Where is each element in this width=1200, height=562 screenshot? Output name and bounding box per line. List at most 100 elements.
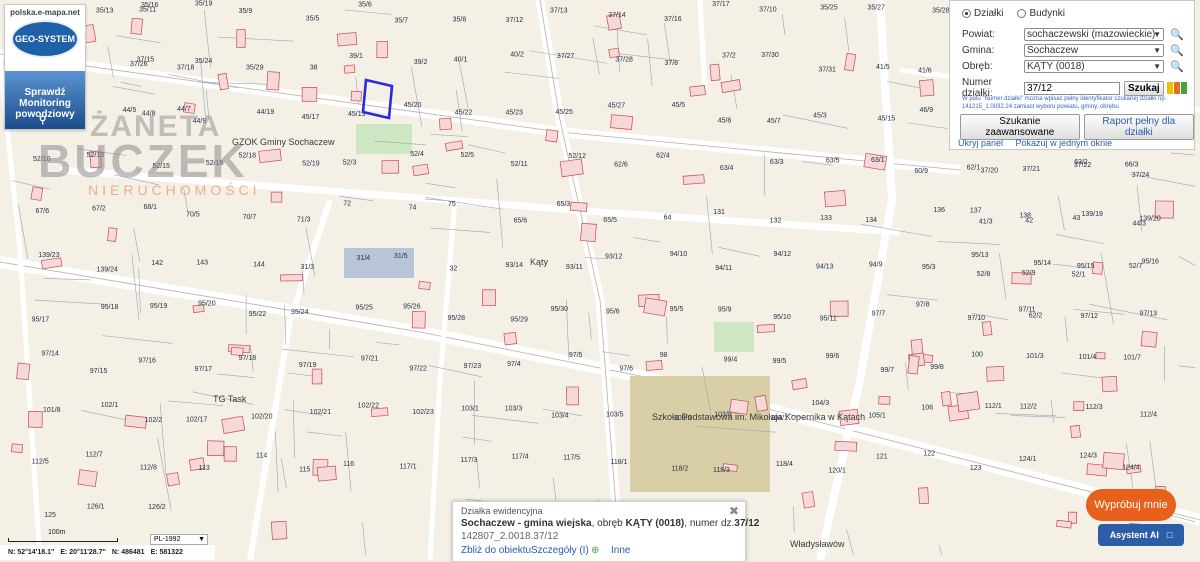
parcel-number-label[interactable]: 52/12	[568, 153, 586, 160]
parcel-number-label[interactable]: 101/4	[1079, 354, 1097, 361]
parcel-number-label[interactable]: 97/4	[507, 361, 521, 368]
parcel-number-label[interactable]: 45/25	[555, 109, 573, 116]
full-report-button[interactable]: Raport pełny dla działki	[1084, 114, 1194, 140]
parcel-number-label[interactable]: 112/5	[32, 458, 49, 465]
parcel-number-label[interactable]: 103/4	[551, 412, 569, 419]
parcel-number-label[interactable]: 143	[196, 260, 208, 267]
parcel-number-label[interactable]: 65/6	[514, 218, 528, 225]
parcel-number-label[interactable]: 45/22	[455, 109, 473, 116]
parcel-number-label[interactable]: 95/17	[32, 316, 50, 323]
parcel-number-label[interactable]: 95/5	[670, 306, 684, 313]
parcel-number-label[interactable]: 52/3	[343, 159, 357, 166]
parcel-number-label[interactable]: 97/15	[90, 368, 108, 375]
flood-monitoring-banner[interactable]: Sprawdź Monitoring powodziowy ⚲	[5, 71, 85, 129]
parcel-number-label[interactable]: 52/10	[33, 156, 51, 163]
parcel-number-label[interactable]: 45/7	[767, 118, 781, 125]
parcel-number-label[interactable]: 52/1	[1072, 272, 1086, 279]
parcel-number-label[interactable]: 75	[448, 201, 456, 208]
parcel-number-label[interactable]: 112/3	[1086, 404, 1103, 411]
parcel-number-label[interactable]: 97/10	[967, 315, 985, 322]
parcel-number-label[interactable]: 62/6	[614, 162, 628, 169]
parcel-number-label[interactable]: 37/21	[1023, 166, 1041, 173]
parcel-number-label[interactable]: 37/27	[557, 53, 575, 60]
parcel-number-label[interactable]: 52/16	[206, 160, 224, 167]
search-button[interactable]: Szukaj	[1124, 81, 1164, 96]
obreb-select[interactable]: KĄTY (0018)▼	[1024, 60, 1164, 73]
parcel-number-label[interactable]: 37/28	[615, 56, 633, 63]
parcel-number-label[interactable]: 139/23	[38, 252, 60, 259]
parcel-number-label[interactable]: 95/26	[403, 304, 421, 311]
parcel-number-label[interactable]: 93/12	[605, 253, 623, 260]
parcel-number-label[interactable]: 95/13	[971, 252, 989, 259]
parcel-number-label[interactable]: 44/5	[123, 107, 137, 114]
parcel-number-label[interactable]: 52/19	[302, 161, 320, 168]
parcel-number-label[interactable]: 117/4	[512, 453, 529, 460]
parcel-number-label[interactable]: 95/11	[820, 316, 837, 323]
parcel-number-label[interactable]: 102/21	[310, 409, 332, 416]
parcel-number-label[interactable]: 45/3	[813, 113, 827, 120]
parcel-number-label[interactable]: 65/3	[557, 201, 571, 208]
parcel-number-label[interactable]: 97/6	[619, 365, 633, 372]
parcel-number-label[interactable]: 74	[409, 205, 417, 212]
parcel-number-label[interactable]: 45/23	[505, 110, 523, 117]
parcel-number-label[interactable]: 133	[820, 215, 832, 222]
parcel-number-label[interactable]: 97/18	[239, 355, 257, 362]
parcel-number-label[interactable]: 44/8	[142, 110, 156, 117]
parcel-number-label[interactable]: 60/9	[914, 168, 928, 175]
parcel-number-label[interactable]: 126/2	[148, 504, 166, 511]
parcel-number-label[interactable]: 124/3	[1079, 452, 1097, 459]
assistant-ai-button[interactable]: Asystent AI □	[1098, 524, 1184, 546]
parcel-number-label[interactable]: 97/7	[872, 311, 886, 318]
parcel-number-label[interactable]: 114	[256, 453, 267, 460]
parcel-number-label[interactable]: 137	[970, 207, 982, 214]
parcel-number-label[interactable]: 63/3	[770, 159, 784, 166]
parcel-number-label[interactable]: 132	[770, 217, 782, 224]
parcel-number-label[interactable]: 37/17	[712, 1, 730, 8]
parcel-number-label[interactable]: 44/9	[193, 118, 207, 125]
show-in-one-window-link[interactable]: Pokażuj w jednym oknie	[1016, 138, 1113, 148]
parcel-number-label[interactable]: 117/3	[460, 457, 477, 464]
parcel-number-label[interactable]: 35/16	[141, 2, 159, 9]
parcel-number-label[interactable]: 95/16	[1141, 259, 1159, 266]
parcel-number-label[interactable]: 139/20	[1139, 216, 1161, 223]
color-swatch-yellow[interactable]	[1167, 82, 1173, 94]
parcel-number-label[interactable]: 117/1	[400, 464, 417, 471]
parcel-number-label[interactable]: 41/5	[876, 64, 890, 71]
parcel-number-label[interactable]: 63/2	[1074, 159, 1088, 166]
gmina-select[interactable]: Sochaczew▼	[1024, 44, 1164, 57]
advanced-search-button[interactable]: Szukanie zaawansowane	[960, 114, 1080, 140]
parcel-number-label[interactable]: 35/29	[246, 65, 264, 72]
parcel-number-label[interactable]: 97/14	[41, 350, 59, 357]
parcel-number-label[interactable]: 95/24	[291, 309, 309, 316]
parcel-number-label[interactable]: 37/30	[761, 52, 779, 59]
parcel-number-label[interactable]: 106	[921, 405, 933, 412]
parcel-number-label[interactable]: 102/22	[358, 402, 380, 409]
parcel-number-label[interactable]: 45/8	[718, 117, 732, 124]
parcel-number-label[interactable]: 65/5	[603, 217, 617, 224]
parcel-number-label[interactable]: 112/1	[985, 403, 1002, 410]
parcel-number-label[interactable]: 113	[199, 465, 210, 472]
parcel-number-label[interactable]: 103/1	[461, 405, 479, 412]
parcel-number-label[interactable]: 122	[923, 451, 935, 458]
parcel-number-label[interactable]: 70/5	[186, 211, 200, 218]
parcel-number-label[interactable]: 52/11	[511, 161, 528, 168]
parcel-number-label[interactable]: 118/4	[776, 461, 793, 468]
parcel-number-label[interactable]: 35/7	[394, 18, 408, 25]
parcel-number-label[interactable]: 144	[253, 262, 265, 269]
parcel-number-label[interactable]: 112/2	[1020, 404, 1037, 411]
parcel-number-label[interactable]: 62/1	[967, 165, 981, 172]
parcel-number-label[interactable]: 43	[1072, 215, 1080, 222]
parcel-number-input[interactable]	[1024, 82, 1120, 95]
parcel-number-label[interactable]: 116	[343, 461, 354, 468]
parcel-number-label[interactable]: 100	[971, 352, 983, 359]
zoom-to-object-link[interactable]: Zbliż do obiektu	[461, 545, 531, 556]
parcel-number-label[interactable]: 52/5	[460, 152, 474, 159]
parcel-number-label[interactable]: 39/1	[349, 53, 363, 60]
parcel-number-label[interactable]: 40/2	[510, 52, 524, 59]
parcel-number-label[interactable]: 142	[151, 260, 163, 267]
parcel-number-label[interactable]: 93/14	[505, 262, 523, 269]
parcel-number-label[interactable]: 37/20	[981, 167, 999, 174]
parcel-number-label[interactable]: 45/27	[608, 103, 626, 110]
parcel-number-label[interactable]: 37/14	[608, 12, 626, 19]
parcel-number-label[interactable]: 63/1	[871, 157, 885, 164]
